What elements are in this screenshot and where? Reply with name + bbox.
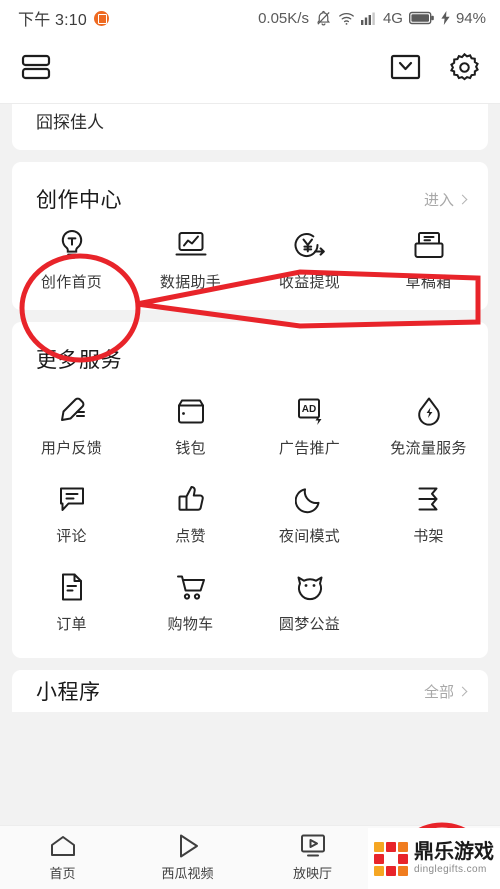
grid-label: 圆梦公益 [278, 616, 341, 633]
grid-label: 购物车 [167, 616, 214, 633]
creation-center-enter-link[interactable]: 进入 [423, 189, 468, 210]
gear-icon[interactable] [449, 52, 480, 88]
nav-label: 首页 [49, 866, 76, 881]
cat-face-icon [293, 570, 327, 604]
watermark-brand: 鼎乐游戏 [414, 841, 494, 863]
partial-card-text: 囧探佳人 [36, 113, 104, 132]
yuan-withdraw-icon [293, 228, 327, 262]
grid-item-free-data-service[interactable]: 免流量服务 [369, 394, 488, 458]
checkerboard-logo-icon [374, 841, 408, 876]
grid-label: 创作首页 [40, 274, 103, 291]
grid-item-data-assistant[interactable]: 数据助手 [131, 228, 250, 292]
pencil-feedback-icon [56, 394, 88, 428]
more-services-grid: 用户反馈 钱包 AD 广告推广 免流量服务 评论 点赞 夜间模式 书架 订单 购… [12, 378, 488, 658]
tv-screen-icon [298, 833, 328, 859]
mini-programs-all-label: 全部 [423, 683, 454, 701]
mini-programs-title: 小程序 [36, 681, 101, 704]
grid-label: 书架 [413, 528, 444, 545]
creation-center-enter-label: 进入 [423, 191, 454, 209]
mini-programs-all-link[interactable]: 全部 [423, 681, 468, 702]
watermark-text: 鼎乐游戏 dinglegifts.com [414, 842, 494, 875]
grid-item-like[interactable]: 点赞 [131, 482, 250, 546]
grid-item-empty-slot [369, 570, 488, 634]
play-triangle-icon [175, 833, 201, 859]
grid-label: 免流量服务 [390, 440, 467, 457]
network-type: 4G [382, 9, 403, 27]
split-screen-icon[interactable] [20, 51, 52, 88]
battery-percent: 94% [455, 9, 486, 27]
bookshelf-icon [414, 482, 444, 516]
grid-item-shopping-cart[interactable]: 购物车 [131, 570, 250, 634]
ad-promotion-icon: AD [294, 394, 326, 428]
order-document-icon [58, 570, 86, 604]
grid-item-orders[interactable]: 订单 [12, 570, 131, 634]
grid-item-creation-home[interactable]: 创作首页 [12, 228, 131, 292]
status-bar-left: 下午 3:10 [18, 6, 109, 30]
watermark-url: dinglegifts.com [414, 864, 487, 875]
grid-label: 草稿箱 [405, 274, 452, 291]
status-bar: 下午 3:10 0.05K/s 4G 94% [0, 0, 500, 36]
site-watermark: 鼎乐游戏 dinglegifts.com [368, 828, 500, 889]
app-badge-icon [94, 10, 109, 26]
grid-item-bookshelf[interactable]: 书架 [369, 482, 488, 546]
envelope-icon[interactable] [390, 53, 421, 86]
grid-label: 数据助手 [159, 274, 222, 291]
grid-label: 用户反馈 [40, 440, 103, 457]
creation-center-title: 创作中心 [36, 189, 122, 212]
bell-muted-icon [315, 10, 332, 27]
nav-item-theater[interactable]: 放映厅 [250, 833, 375, 882]
creation-center-grid: 创作首页 数据助手 收益提现 草稿箱 [12, 218, 488, 310]
home-icon [49, 833, 77, 859]
grid-item-charity[interactable]: 圆梦公益 [250, 570, 369, 634]
grid-item-night-mode[interactable]: 夜间模式 [250, 482, 369, 546]
more-services-title: 更多服务 [36, 349, 122, 372]
more-services-card: 更多服务 用户反馈 钱包 AD 广告推广 免流量服务 评论 点赞 夜间模式 书架… [12, 322, 488, 658]
partial-card-above[interactable]: 囧探佳人 [12, 104, 488, 150]
wifi-icon [338, 11, 355, 26]
grid-label: 收益提现 [278, 274, 341, 291]
svg-text:AD: AD [301, 404, 315, 415]
chevron-right-icon [457, 686, 468, 696]
more-services-header: 更多服务 [12, 322, 488, 378]
nav-label: 西瓜视频 [161, 866, 214, 881]
thumbs-up-icon [176, 482, 206, 516]
grid-item-comment[interactable]: 评论 [12, 482, 131, 546]
mini-programs-card: 小程序 全部 [12, 670, 488, 712]
grid-label: 点赞 [175, 528, 206, 545]
app-bar-actions [390, 52, 480, 88]
comment-icon [56, 482, 88, 516]
creation-center-card: 创作中心 进入 创作首页 数据助手 收益提现 草稿箱 [12, 162, 488, 310]
app-bar [0, 36, 500, 104]
draft-box-icon [413, 228, 445, 262]
nav-item-home[interactable]: 首页 [0, 833, 125, 882]
grid-label: 广告推广 [278, 440, 341, 457]
nav-item-xigua-video[interactable]: 西瓜视频 [125, 833, 250, 882]
nav-label: 放映厅 [292, 866, 332, 881]
creation-center-header: 创作中心 进入 [12, 162, 488, 218]
phone-screen: 下午 3:10 0.05K/s 4G 94% 囧探佳人 创作中心 进入 创作首页… [0, 0, 500, 889]
status-time: 下午 3:10 [18, 12, 87, 29]
water-drop-icon [414, 394, 444, 428]
grid-label: 评论 [56, 528, 87, 545]
status-bar-right: 0.05K/s 4G 94% [258, 10, 486, 27]
lightning-bolt-icon [441, 11, 450, 25]
grid-item-ad-promotion[interactable]: AD 广告推广 [250, 394, 369, 458]
main-content: 囧探佳人 创作中心 进入 创作首页 数据助手 收益提现 草稿箱 更多服务 用户反… [0, 104, 500, 825]
network-speed: 0.05K/s [258, 9, 309, 27]
battery-icon [408, 11, 435, 25]
grid-item-earnings-withdraw[interactable]: 收益提现 [250, 228, 369, 292]
lightbulb-icon [56, 228, 88, 262]
grid-label: 夜间模式 [278, 528, 341, 545]
chevron-right-icon [457, 194, 468, 204]
shopping-cart-icon [174, 570, 208, 604]
grid-label: 钱包 [175, 440, 206, 457]
chart-laptop-icon [174, 228, 208, 262]
wallet-icon [175, 394, 207, 428]
signal-bars-icon [360, 11, 377, 25]
grid-item-draft-box[interactable]: 草稿箱 [369, 228, 488, 292]
grid-item-wallet[interactable]: 钱包 [131, 394, 250, 458]
grid-label: 订单 [56, 616, 87, 633]
moon-icon [294, 482, 325, 516]
grid-item-user-feedback[interactable]: 用户反馈 [12, 394, 131, 458]
